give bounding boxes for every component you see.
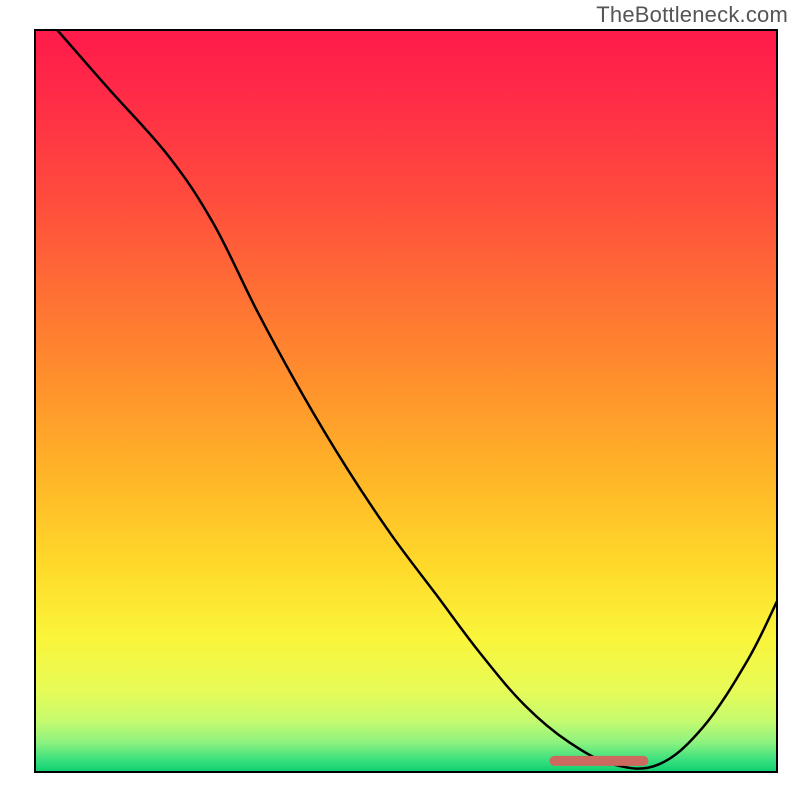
watermark-text: TheBottleneck.com [596, 2, 788, 28]
bottleneck-curve-plot [0, 0, 800, 800]
chart-container: TheBottleneck.com [0, 0, 800, 800]
gradient-background [35, 30, 777, 772]
